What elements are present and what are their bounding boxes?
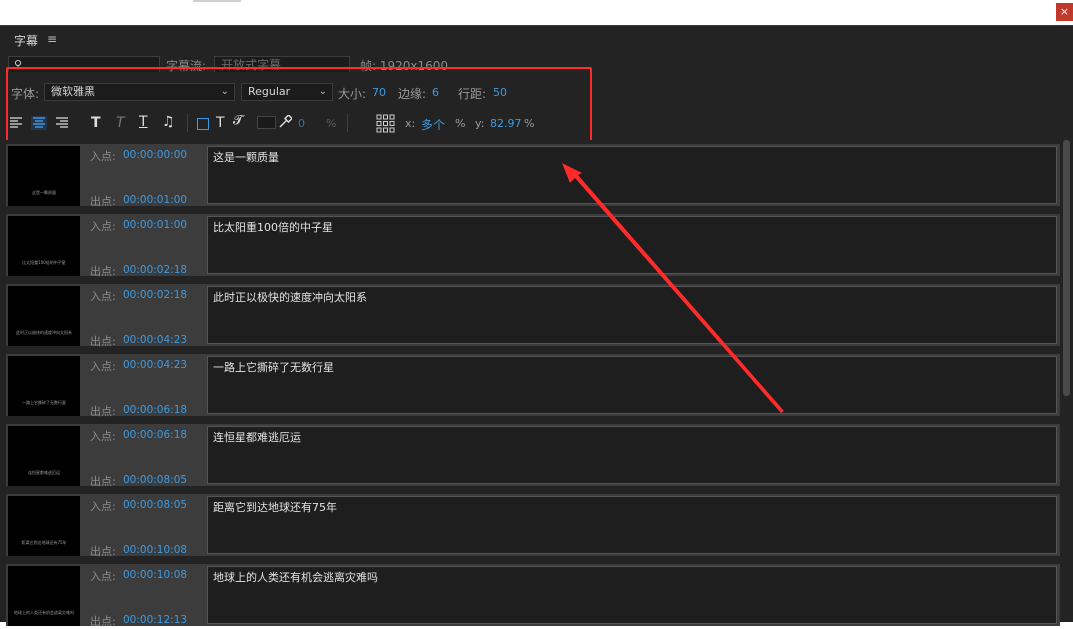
out-point-label: 出点:	[90, 545, 116, 558]
in-point-label: 入点:	[90, 360, 116, 373]
out-point-label: 出点:	[90, 195, 116, 208]
in-point-value[interactable]: 00:00:01:00	[123, 219, 187, 231]
window-tab[interactable]	[193, 0, 241, 2]
out-point-value[interactable]: 00:00:12:13	[123, 614, 187, 626]
out-point-label: 出点:	[90, 265, 116, 278]
out-point-label: 出点:	[90, 405, 116, 418]
caption-text-field[interactable]: 这是一颗质量	[207, 146, 1057, 204]
out-point-label: 出点:	[90, 475, 116, 488]
thumbnail-text: 距离它到达地球还有75年	[21, 540, 67, 545]
caption-item[interactable]: 比太阳重100倍的中子星 入点: 00:00:01:00 出点: 00:00:02:18…	[6, 214, 1060, 278]
top-bar: ×	[0, 0, 1073, 25]
caption-item[interactable]: 一路上它撕碎了无数行星 入点: 00:00:04:23 出点: 00:00:06:18 一…	[6, 354, 1060, 418]
in-point-label: 入点:	[90, 290, 116, 303]
caption-thumbnail: 距离它到达地球还有75年	[8, 496, 80, 556]
in-point-value[interactable]: 00:00:02:18	[123, 289, 187, 301]
caption-thumbnail: 此时正以极快的速度冲向太阳系	[8, 286, 80, 346]
thumbnail-text: 这是一颗质量	[32, 190, 56, 195]
in-point-label: 入点:	[90, 570, 116, 583]
thumbnail-text: 比太阳重100倍的中子星	[22, 260, 66, 265]
highlight-box	[6, 67, 592, 143]
caption-text: 连恒星都难逃厄运	[213, 431, 301, 444]
caption-text: 地球上的人类还有机会逃离灾难吗	[213, 571, 378, 584]
caption-text-field[interactable]: 地球上的人类还有机会逃离灾难吗	[207, 566, 1057, 624]
thumbnail-text: 此时正以极快的速度冲向太阳系	[16, 330, 72, 335]
in-point-label: 入点:	[90, 150, 116, 163]
out-point-value[interactable]: 00:00:04:23	[123, 334, 187, 346]
caption-text-field[interactable]: 比太阳重100倍的中子星	[207, 216, 1057, 274]
out-point-label: 出点:	[90, 335, 116, 348]
caption-thumbnail: 比太阳重100倍的中子星	[8, 216, 80, 276]
caption-item[interactable]: 地球上的人类还有机会逃离灾难吗 入点: 00:00:10:08 出点: 00:00:12…	[6, 564, 1060, 628]
thumbnail-text: 地球上的人类还有机会逃离灾难吗	[14, 610, 74, 615]
caption-text: 比太阳重100倍的中子星	[213, 221, 333, 234]
in-point-label: 入点:	[90, 430, 116, 443]
out-point-value[interactable]: 00:00:02:18	[123, 264, 187, 276]
panel-title: 字幕	[14, 34, 39, 48]
caption-item[interactable]: 连恒星都难逃厄运 入点: 00:00:06:18 出点: 00:00:08:05 连恒星都…	[6, 424, 1060, 488]
in-point-label: 入点:	[90, 220, 116, 233]
caption-thumbnail: 这是一颗质量	[8, 146, 80, 206]
caption-text: 一路上它撕碎了无数行星	[213, 361, 334, 374]
in-point-value[interactable]: 00:00:06:18	[123, 429, 187, 441]
out-point-value[interactable]: 00:00:08:05	[123, 474, 187, 486]
caption-text-field[interactable]: 距离它到达地球还有75年	[207, 496, 1057, 554]
caption-item[interactable]: 此时正以极快的速度冲向太阳系 入点: 00:00:02:18 出点: 00:00:04:…	[6, 284, 1060, 348]
caption-list: 这是一颗质量 入点: 00:00:00:00 出点: 00:00:01:00 这是一颗质量…	[0, 140, 1073, 628]
in-point-label: 入点:	[90, 500, 116, 513]
out-point-value[interactable]: 00:00:06:18	[123, 404, 187, 416]
caption-thumbnail: 地球上的人类还有机会逃离灾难吗	[8, 566, 80, 626]
out-point-label: 出点:	[90, 615, 116, 628]
caption-text-field[interactable]: 此时正以极快的速度冲向太阳系	[207, 286, 1057, 344]
caption-text: 此时正以极快的速度冲向太阳系	[213, 291, 367, 304]
in-point-value[interactable]: 00:00:10:08	[123, 569, 187, 581]
in-point-value[interactable]: 00:00:04:23	[123, 359, 187, 371]
scrollbar[interactable]	[1063, 140, 1070, 396]
thumbnail-text: 连恒星都难逃厄运	[28, 470, 60, 475]
caption-text: 距离它到达地球还有75年	[213, 501, 337, 514]
caption-thumbnail: 一路上它撕碎了无数行星	[8, 356, 80, 416]
caption-text-field[interactable]: 一路上它撕碎了无数行星	[207, 356, 1057, 414]
panel-menu-icon[interactable]: ≡	[47, 32, 57, 46]
caption-text: 这是一颗质量	[213, 151, 279, 164]
caption-thumbnail: 连恒星都难逃厄运	[8, 426, 80, 486]
thumbnail-text: 一路上它撕碎了无数行星	[22, 400, 66, 405]
caption-item[interactable]: 距离它到达地球还有75年 入点: 00:00:08:05 出点: 00:00:10:08…	[6, 494, 1060, 558]
out-point-value[interactable]: 00:00:01:00	[123, 194, 187, 206]
caption-item[interactable]: 这是一颗质量 入点: 00:00:00:00 出点: 00:00:01:00 这是一颗质量	[6, 144, 1060, 208]
caption-text-field[interactable]: 连恒星都难逃厄运	[207, 426, 1057, 484]
close-button[interactable]: ×	[1056, 3, 1073, 21]
out-point-value[interactable]: 00:00:10:08	[123, 544, 187, 556]
in-point-value[interactable]: 00:00:08:05	[123, 499, 187, 511]
in-point-value[interactable]: 00:00:00:00	[123, 149, 187, 161]
